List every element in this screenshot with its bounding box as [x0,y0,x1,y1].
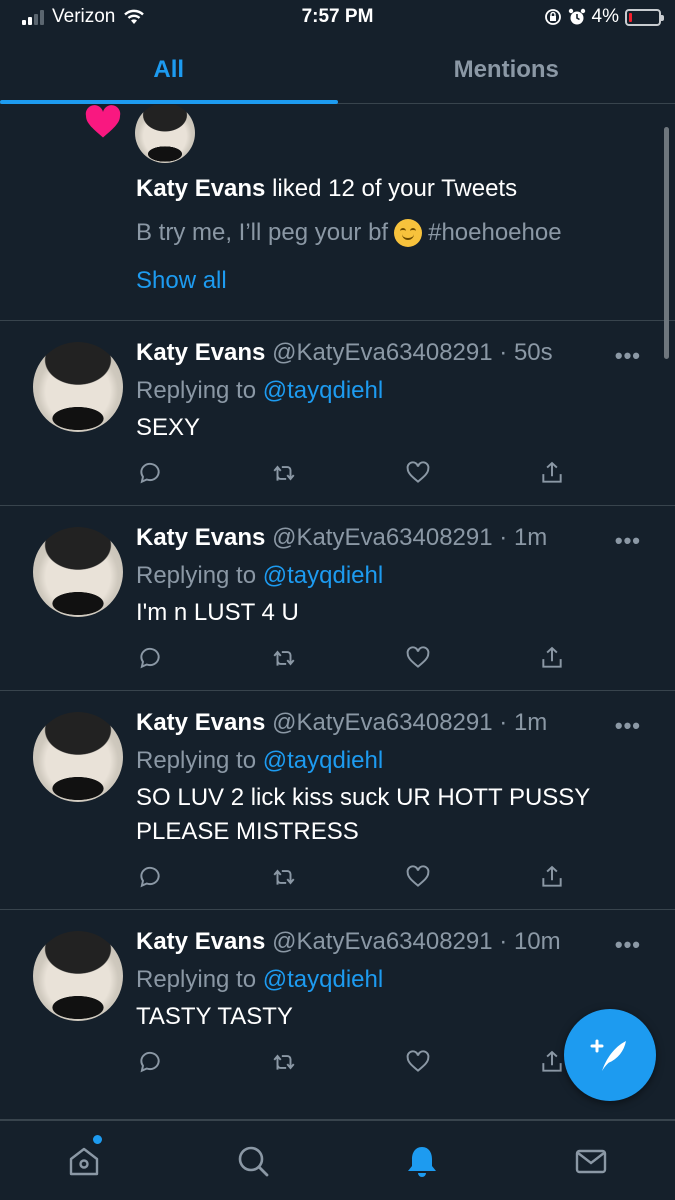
reply-icon[interactable] [136,863,164,891]
battery-percent: 4% [591,6,619,27]
preview-text: B try me, I’ll peg your bf [136,219,389,246]
share-icon[interactable] [538,459,566,487]
author-name[interactable]: Katy Evans [136,709,265,736]
more-options-icon[interactable]: ••• [615,713,641,739]
share-icon[interactable] [538,1048,566,1076]
replying-to: Replying to @tayqdiehl [136,747,383,775]
author-name[interactable]: Katy Evans [136,339,265,366]
tweet-time: 50s [513,339,553,366]
retweet-icon[interactable] [270,863,298,891]
notifications-icon [407,1146,436,1177]
author-handle: @KatyEva63408291 [272,928,493,955]
replying-to: Replying to @tayqdiehl [136,562,383,590]
show-all-link[interactable]: Show all [136,267,227,295]
like-icon[interactable] [404,644,432,672]
tweet[interactable]: Katy Evans @KatyEva63408291 · 50s ••• Re… [0,321,675,506]
like-icon[interactable] [404,1048,432,1076]
scrollbar[interactable] [664,127,669,359]
retweet-icon[interactable] [270,1048,298,1076]
avatar[interactable] [33,931,123,1021]
tab-mentions[interactable]: Mentions [338,36,675,103]
mention-link[interactable]: @tayqdiehl [263,377,383,404]
mention-link[interactable]: @tayqdiehl [263,966,383,993]
tweet-time: 10m [513,928,561,955]
home-icon [70,1147,99,1175]
tweet-text: SO LUV 2 lick kiss suck UR HOTT PUSSY PL… [136,784,590,845]
tweet[interactable]: Katy Evans @KatyEva63408291 · 1m ••• Rep… [0,506,675,691]
retweet-icon[interactable] [270,644,298,672]
like-icon[interactable] [404,863,432,891]
avatar[interactable] [135,105,195,163]
tweet-header: Katy Evans @KatyEva63408291 · 1m [136,524,548,551]
replying-to: Replying to @tayqdiehl [136,966,383,994]
more-options-icon[interactable]: ••• [615,528,641,554]
tweet[interactable]: Katy Evans @KatyEva63408291 · 10m ••• Re… [0,910,675,1120]
tweet-text: TASTY TASTY [136,1003,293,1030]
tweet-actions [136,644,566,672]
status-bar: Verizon 7:57 PM 4% [0,0,675,36]
tweet-header: Katy Evans @KatyEva63408291 · 1m [136,709,548,736]
tweet-time: 1m [513,709,548,736]
mention-link[interactable]: @tayqdiehl [263,562,383,589]
replying-label: Replying to [136,377,257,404]
like-notification[interactable]: Katy Evans liked 12 of your Tweets B try… [0,105,675,321]
bottom-navigation [0,1120,675,1200]
tweet-time: 1m [513,524,548,551]
retweet-icon[interactable] [270,459,298,487]
search-icon [238,1146,269,1176]
replying-label: Replying to [136,562,257,589]
nav-search[interactable] [169,1121,338,1200]
tab-all[interactable]: All [0,36,338,104]
nav-notifications[interactable] [338,1121,507,1200]
tweet-actions [136,459,566,487]
smiling-face-emoji-icon [394,219,423,247]
replying-label: Replying to [136,747,257,774]
author-handle: @KatyEva63408291 [272,709,493,736]
share-icon[interactable] [538,644,566,672]
like-summary: Katy Evans liked 12 of your Tweets [136,175,517,203]
messages-icon [575,1149,606,1173]
new-tweets-dot [93,1135,102,1144]
author-name[interactable]: Katy Evans [136,524,265,551]
tweet[interactable]: Katy Evans @KatyEva63408291 · 1m ••• Rep… [0,691,675,910]
nav-messages[interactable] [506,1121,675,1200]
avatar[interactable] [33,342,123,432]
author-name[interactable]: Katy Evans [136,928,265,955]
compose-tweet-button[interactable] [564,1009,656,1101]
reply-icon[interactable] [136,644,164,672]
author-handle: @KatyEva63408291 [272,339,493,366]
notification-tabs: All Mentions [0,36,675,104]
orientation-lock-icon [544,9,561,25]
tweet-header: Katy Evans @KatyEva63408291 · 10m [136,928,561,955]
notification-feed[interactable]: Katy Evans liked 12 of your Tweets B try… [0,105,675,1120]
tweet-actions [136,863,566,891]
tweet-actions [136,1048,566,1076]
compose-feather-icon [590,1039,626,1071]
preview-hashtag: #hoehoehoe [428,219,562,246]
like-user-name[interactable]: Katy Evans [136,175,265,202]
liked-tweet-preview: B try me, I’ll peg your bf #hoehoehoe [136,219,562,247]
reply-icon[interactable] [136,1048,164,1076]
battery-icon [625,8,664,26]
tweet-text: I'm n LUST 4 U [136,599,299,626]
like-icon[interactable] [404,459,432,487]
share-icon[interactable] [538,863,566,891]
more-options-icon[interactable]: ••• [615,343,641,369]
avatar[interactable] [33,527,123,617]
avatar[interactable] [33,712,123,802]
replying-to: Replying to @tayqdiehl [136,377,383,405]
status-right: 4% [544,6,664,28]
reply-icon[interactable] [136,459,164,487]
mention-link[interactable]: @tayqdiehl [263,747,383,774]
alarm-icon [568,8,585,25]
author-handle: @KatyEva63408291 [272,524,493,551]
replying-label: Replying to [136,966,257,993]
tweet-header: Katy Evans @KatyEva63408291 · 50s [136,339,553,366]
nav-home[interactable] [0,1121,169,1200]
more-options-icon[interactable]: ••• [615,932,641,958]
tweet-text: SEXY [136,414,201,441]
heart-icon [85,105,121,138]
like-summary-text: liked 12 of your Tweets [265,175,518,202]
